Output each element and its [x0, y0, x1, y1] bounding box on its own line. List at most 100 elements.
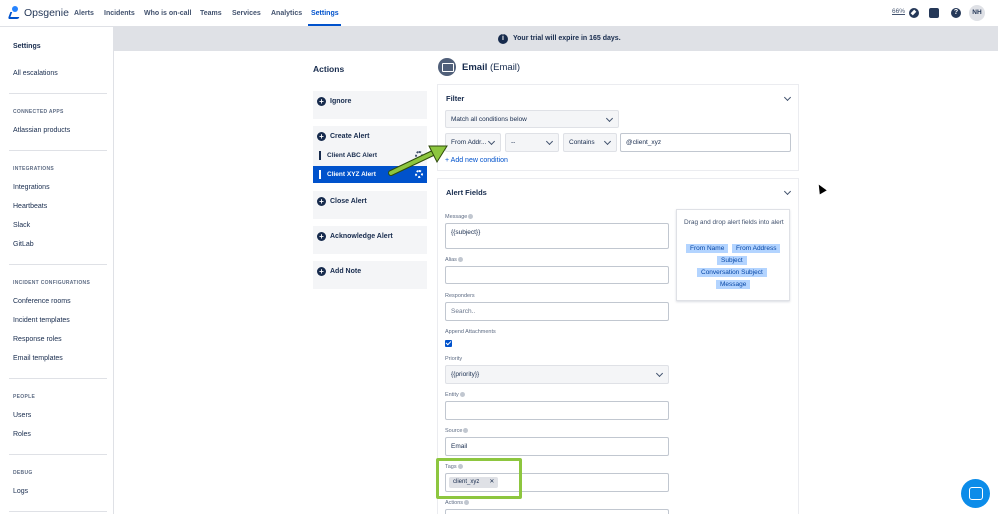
alias-label: Alias	[445, 257, 463, 263]
active-tab-indicator	[308, 24, 341, 26]
sidebar-divider	[9, 264, 107, 265]
condition-operator-value: Contains	[569, 139, 595, 146]
condition-field-select[interactable]: From Addr...	[445, 133, 501, 152]
opsgenie-logo[interactable]: Opsgenie	[7, 6, 69, 20]
alias-field[interactable]	[445, 266, 669, 284]
sidebar-item-conference-rooms[interactable]: Conference rooms	[13, 298, 71, 305]
field-chip-conversation-subject[interactable]: Conversation Subject	[697, 268, 767, 277]
action-close-alert-label: Close Alert	[330, 198, 367, 205]
plus-icon: +	[317, 197, 326, 206]
condition-field-value: From Addr...	[451, 139, 487, 146]
action-ignore[interactable]: + Ignore	[313, 91, 427, 119]
add-condition-link[interactable]: + Add new condition	[445, 157, 508, 164]
compass-icon[interactable]	[909, 8, 919, 18]
source-label-text: Source	[445, 428, 463, 434]
actions-label-text: Actions	[445, 500, 464, 506]
action-acknowledge-alert-label: Acknowledge Alert	[330, 233, 393, 240]
field-chip-from-name[interactable]: From Name	[686, 244, 729, 253]
drag-handle-icon[interactable]	[319, 170, 321, 179]
help-icon[interactable]: ?	[951, 8, 961, 18]
field-chip-message[interactable]: Message	[716, 280, 751, 289]
chevron-down-icon[interactable]	[783, 93, 792, 102]
nav-alerts[interactable]: Alerts	[74, 10, 94, 17]
integration-title: Email (Email)	[462, 62, 520, 73]
action-close-alert[interactable]: + Close Alert	[313, 191, 427, 219]
match-conditions-select[interactable]: Match all conditions below	[445, 110, 619, 128]
sidebar-item-slack[interactable]: Slack	[13, 222, 30, 229]
sidebar-item-atlassian-products[interactable]: Atlassian products	[13, 127, 70, 134]
entity-field[interactable]	[445, 401, 669, 420]
help-icon	[463, 428, 469, 434]
responders-search-input[interactable]: Search..	[445, 302, 669, 321]
action-add-note[interactable]: + Add Note	[313, 261, 427, 289]
condition-operator-select[interactable]: Contains	[563, 133, 617, 152]
message-value: {{subject}}	[451, 229, 481, 236]
sidebar-item-incident-templates[interactable]: Incident templates	[13, 317, 70, 324]
sidebar-divider	[9, 93, 107, 94]
sidebar-item-all-escalations[interactable]: All escalations	[13, 70, 58, 77]
zoom-level[interactable]: 66%	[892, 8, 905, 15]
sidebar-item-integrations[interactable]: Integrations	[13, 184, 50, 191]
app-name: Opsgenie	[24, 7, 69, 19]
avatar[interactable]: NH	[969, 5, 985, 21]
append-attachments-checkbox[interactable]	[445, 340, 452, 347]
field-chip-subject[interactable]: Subject	[717, 256, 747, 265]
source-field[interactable]: Email	[445, 437, 669, 456]
chevron-down-icon	[603, 137, 612, 146]
sidebar-divider	[9, 454, 107, 455]
sidebar-title[interactable]: Settings	[13, 43, 41, 50]
nav-incidents[interactable]: Incidents	[104, 10, 135, 17]
message-field[interactable]: {{subject}}	[445, 223, 669, 249]
priority-value: {{priority}}	[451, 371, 480, 378]
sidebar-item-heartbeats[interactable]: Heartbeats	[13, 203, 47, 210]
match-conditions-value: Match all conditions below	[451, 116, 527, 123]
help-icon	[457, 257, 463, 263]
chevron-down-icon[interactable]	[783, 187, 792, 196]
top-navigation: Opsgenie Alerts Incidents Who is on-call…	[0, 0, 998, 27]
integration-type: (Email)	[490, 62, 521, 73]
chevron-down-icon	[545, 137, 554, 146]
condition-not-select[interactable]: --	[505, 133, 559, 152]
actions-field-label: Actions	[445, 500, 470, 506]
message-label-text: Message	[445, 214, 468, 220]
action-acknowledge-alert[interactable]: + Acknowledge Alert	[313, 226, 427, 254]
sidebar-item-roles[interactable]: Roles	[13, 431, 31, 438]
source-label: Source	[445, 428, 469, 434]
chevron-down-icon	[655, 369, 664, 378]
help-icon	[459, 392, 465, 398]
action-ignore-label: Ignore	[330, 98, 352, 105]
nav-teams[interactable]: Teams	[200, 10, 222, 17]
sidebar-head-integrations: INTEGRATIONS	[13, 166, 55, 172]
sidebar-item-email-templates[interactable]: Email templates	[13, 355, 63, 362]
priority-select[interactable]: {{priority}}	[445, 365, 669, 384]
message-label: Message	[445, 214, 474, 220]
nav-who-is-on-call[interactable]: Who is on-call	[144, 10, 191, 17]
tags-highlight-annotation	[436, 458, 522, 499]
chat-icon[interactable]	[961, 479, 990, 508]
annotation-arrow	[388, 145, 448, 176]
book-icon[interactable]	[929, 8, 939, 18]
trial-text: Your trial will expire in 165 days.	[513, 35, 621, 42]
help-icon	[468, 214, 474, 220]
alias-label-text: Alias	[445, 257, 457, 263]
plus-icon: +	[317, 97, 326, 106]
actions-field[interactable]	[445, 509, 669, 514]
condition-value-input[interactable]: @client_xyz	[620, 133, 791, 152]
append-attachments-label: Append Attachments	[445, 329, 496, 335]
email-integration-icon	[438, 58, 456, 76]
sidebar-item-users[interactable]: Users	[13, 412, 31, 419]
nav-analytics[interactable]: Analytics	[271, 10, 302, 17]
nav-services[interactable]: Services	[232, 10, 261, 17]
sidebar-head-people: PEOPLE	[13, 394, 36, 400]
sidebar-item-logs[interactable]: Logs	[13, 488, 28, 495]
main-content: i Your trial will expire in 165 days. Ac…	[114, 27, 998, 514]
entity-label: Entity	[445, 392, 465, 398]
plus-icon: +	[317, 132, 326, 141]
chevron-down-icon	[487, 137, 496, 146]
sidebar-item-gitlab[interactable]: GitLab	[13, 241, 34, 248]
drag-handle-icon[interactable]	[319, 151, 321, 160]
nav-settings[interactable]: Settings	[311, 10, 339, 17]
sidebar-item-response-roles[interactable]: Response roles	[13, 336, 62, 343]
action-create-alert-label: Create Alert	[330, 133, 370, 140]
field-chip-from-address[interactable]: From Address	[732, 244, 781, 253]
